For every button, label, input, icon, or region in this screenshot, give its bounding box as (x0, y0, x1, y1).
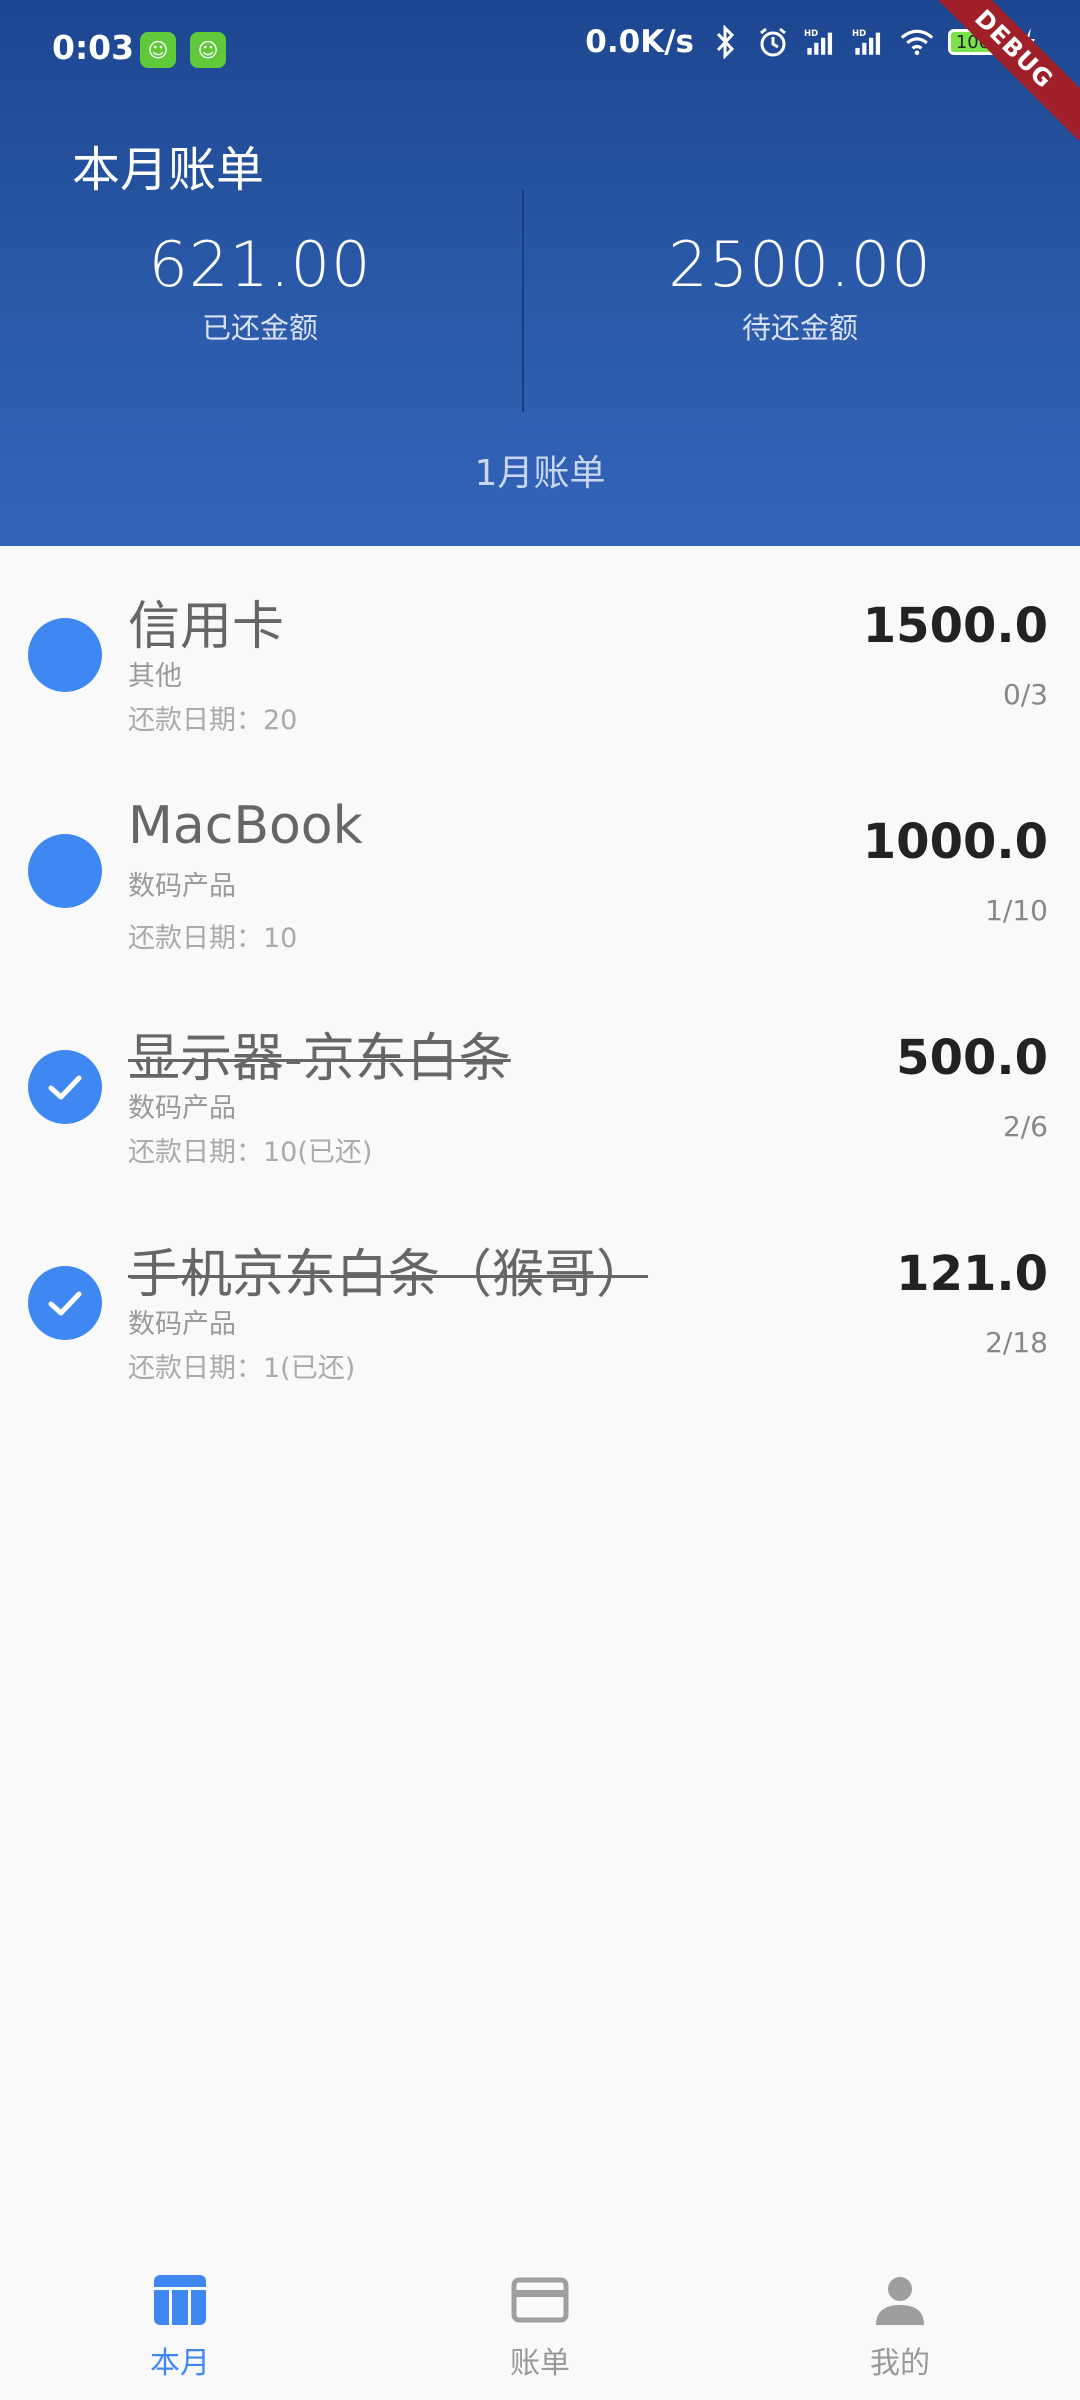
item-date: 还款日期：1(已还) (128, 1353, 356, 1384)
paid-summary: 621.00 已还金额 (0, 228, 520, 347)
bottom-nav: 本月 账单 我的 (0, 2244, 1080, 2400)
paid-label: 已还金额 (201, 311, 318, 345)
item-progress: 2/18 (985, 1326, 1048, 1359)
item-amount: 1000.0 (862, 814, 1048, 870)
item-title: 信用卡 (128, 597, 285, 657)
month-selector[interactable]: 1月账单 (0, 444, 1080, 496)
status-circle-icon[interactable] (28, 834, 102, 908)
item-amount: 500.0 (896, 1030, 1048, 1086)
app-icon: ☺ (140, 32, 176, 68)
header: 0:03 ☺ ☺ 0.0K/s HD HD 100 DEBUG 本月账单 621… (0, 0, 1080, 546)
nav-label: 本月 (150, 2346, 210, 2381)
nav-tab-this-month[interactable]: 本月 (0, 2244, 360, 2400)
page-title: 本月账单 (72, 142, 265, 198)
signal-hd-icon: HD (852, 25, 886, 59)
item-title: MacBook (128, 796, 363, 856)
item-date: 还款日期：20 (128, 705, 298, 736)
item-amount: 1500.0 (862, 598, 1048, 654)
nav-label: 账单 (510, 2346, 570, 2381)
person-icon (870, 2270, 930, 2330)
item-title: 手机京东白条（猴哥） (128, 1245, 649, 1305)
pending-summary: 2500.00 待还金额 (540, 228, 1060, 347)
list-item[interactable]: 手机京东白条（猴哥） 数码产品 还款日期：1(已还) 121.0 2/18 (0, 1194, 1080, 1410)
bluetooth-icon (708, 25, 742, 59)
item-title: 显示器-京东白条 (128, 1029, 511, 1089)
item-date: 还款日期：10(已还) (128, 1137, 373, 1168)
credit-card-icon (510, 2270, 570, 2330)
alarm-icon (756, 25, 790, 59)
check-icon[interactable] (28, 1266, 102, 1340)
list-item[interactable]: MacBook 数码产品 还款日期：10 1000.0 1/10 (0, 762, 1080, 978)
item-progress: 2/6 (1002, 1110, 1048, 1143)
wifi-icon (900, 25, 934, 59)
nav-tab-bills[interactable]: 账单 (360, 2244, 720, 2400)
paid-amount: 621.00 (148, 228, 372, 301)
item-progress: 1/10 (985, 894, 1048, 927)
summary-divider (522, 190, 524, 412)
item-category: 其他 (128, 661, 182, 692)
net-speed: 0.0K/s (585, 24, 694, 60)
nav-label: 我的 (870, 2346, 930, 2381)
item-date: 还款日期：10 (128, 923, 298, 954)
list-item[interactable]: 显示器-京东白条 数码产品 还款日期：10(已还) 500.0 2/6 (0, 978, 1080, 1194)
item-category: 数码产品 (128, 871, 236, 902)
status-time: 0:03 (52, 28, 135, 67)
list-item[interactable]: 信用卡 其他 还款日期：20 1500.0 0/3 (0, 546, 1080, 762)
nav-tab-me[interactable]: 我的 (720, 2244, 1080, 2400)
check-icon[interactable] (28, 1050, 102, 1124)
svg-text:HD: HD (852, 29, 866, 39)
item-category: 数码产品 (128, 1093, 236, 1124)
status-circle-icon[interactable] (28, 618, 102, 692)
signal-hd-icon: HD (804, 25, 838, 59)
app-icon: ☺ (190, 32, 226, 68)
svg-text:HD: HD (804, 29, 818, 39)
item-progress: 0/3 (1002, 678, 1048, 711)
pending-amount: 2500.00 (668, 228, 932, 301)
item-category: 数码产品 (128, 1309, 236, 1340)
bill-list: 信用卡 其他 还款日期：20 1500.0 0/3 MacBook 数码产品 还… (0, 546, 1080, 1410)
pending-label: 待还金额 (741, 311, 858, 345)
status-bar: 0:03 ☺ ☺ 0.0K/s HD HD 100 (0, 0, 1080, 100)
calendar-grid-icon (150, 2270, 210, 2330)
item-amount: 121.0 (896, 1246, 1048, 1302)
